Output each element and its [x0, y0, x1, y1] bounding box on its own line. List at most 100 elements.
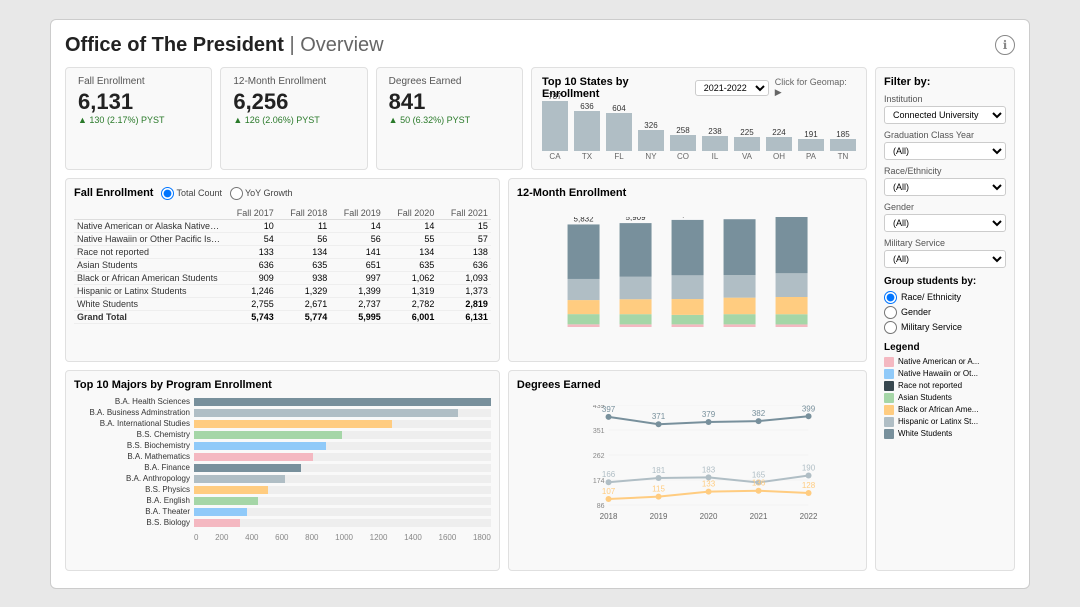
svg-text:2019: 2019: [650, 512, 668, 521]
bottom-row: Top 10 Majors by Program Enrollment B.A.…: [65, 370, 867, 570]
military-radio-option[interactable]: Military Service: [884, 321, 1006, 334]
svg-text:136: 136: [752, 479, 766, 488]
fall-enrollment-label: Fall Enrollment: [78, 76, 199, 87]
major-bar-fill: [194, 486, 268, 494]
institution-select[interactable]: Connected University: [884, 106, 1006, 124]
table-row: Native American or Alaska Native Student…: [74, 219, 491, 232]
svg-text:133: 133: [702, 480, 716, 489]
svg-text:86: 86: [597, 503, 605, 510]
state-bar: [542, 101, 568, 151]
svg-text:107: 107: [602, 487, 616, 496]
degrees-title: Degrees Earned: [517, 379, 858, 391]
info-icon[interactable]: ℹ: [995, 35, 1015, 55]
military-label: Military Service: [884, 238, 1006, 248]
col-2017: Fall 2017: [223, 207, 277, 220]
svg-text:379: 379: [702, 410, 716, 419]
svg-text:2022: 2022: [800, 512, 818, 521]
table-row: Race not reported133134141134138: [74, 245, 491, 258]
fall-enrollment-change: 130 (2.17%) PYST: [78, 115, 199, 125]
legend-label: Asian Students: [898, 393, 952, 402]
major-label: B.A. Anthropology: [74, 474, 194, 483]
major-bar-row: B.S. Physics: [74, 485, 491, 494]
major-label: B.S. Chemistry: [74, 430, 194, 439]
state-item: 225 VA: [734, 128, 760, 161]
month12-enrollment-change: 126 (2.06%) PYST: [233, 115, 354, 125]
legend-items: Native American or A... Native Hawaiin o…: [884, 357, 1006, 439]
major-label: B.A. Business Adminstration: [74, 408, 194, 417]
major-bar-fill: [194, 409, 458, 417]
major-bar-bg: [194, 497, 491, 505]
state-bar: [830, 139, 856, 151]
gender-select[interactable]: (All): [884, 214, 1006, 232]
middle-row: Fall Enrollment Total Count YoY Growth F…: [65, 178, 867, 363]
svg-text:2021: 2021: [750, 512, 768, 521]
major-bar-fill: [194, 420, 392, 428]
institution-filter: Institution Connected University: [884, 94, 1006, 124]
major-bar-row: B.A. Mathematics: [74, 452, 491, 461]
race-eth-select[interactable]: (All): [884, 178, 1006, 196]
majors-title: Top 10 Majors by Program Enrollment: [74, 379, 491, 391]
major-label: B.A. Theater: [74, 507, 194, 516]
major-bar-fill: [194, 519, 240, 527]
svg-text:166: 166: [602, 471, 616, 480]
col-2020: Fall 2020: [384, 207, 438, 220]
top-states-dropdown[interactable]: 2021-2022: [695, 80, 769, 96]
major-bar-row: B.A. Health Sciences: [74, 397, 491, 406]
month12-svg: 5,8322017-20185,9092018-20196,0902019-20…: [525, 217, 850, 327]
grad-class-select[interactable]: (All): [884, 142, 1006, 160]
race-eth-radio-option[interactable]: Race/ Ethnicity: [884, 291, 1006, 304]
major-bar-row: B.A. Business Adminstration: [74, 408, 491, 417]
major-label: B.A. Health Sciences: [74, 397, 194, 406]
degrees-svg: 8617426235143939737137938239916618118316…: [547, 405, 850, 525]
svg-text:190: 190: [802, 464, 816, 473]
yoy-growth-radio[interactable]: [230, 187, 243, 200]
fall-enrollment-value: 6,131: [78, 89, 199, 115]
legend-label: Native Hawaiin or Ot...: [898, 369, 978, 378]
group-by-title: Group students by:: [884, 276, 1006, 287]
group-by-section: Group students by: Race/ Ethnicity Gende…: [884, 276, 1006, 334]
state-item: 787 CA: [542, 92, 568, 161]
military-select[interactable]: (All): [884, 250, 1006, 268]
state-item: 604 FL: [606, 104, 632, 161]
major-bar-bg: [194, 420, 491, 428]
military-filter: Military Service (All): [884, 238, 1006, 268]
major-bar-bg: [194, 431, 491, 439]
major-bar-row: B.A. English: [74, 496, 491, 505]
degrees-earned-label: Degrees Earned: [389, 76, 510, 87]
major-bar-fill: [194, 464, 301, 472]
major-bar-bg: [194, 486, 491, 494]
svg-text:5,832: 5,832: [573, 217, 594, 223]
major-label: B.A. English: [74, 496, 194, 505]
legend-label: Hispanic or Latinx St...: [898, 417, 978, 426]
legend-label: Black or African Ame...: [898, 405, 978, 414]
major-bar-fill: [194, 475, 285, 483]
major-bar-fill: [194, 508, 247, 516]
major-bar-bg: [194, 519, 491, 527]
svg-text:183: 183: [702, 466, 716, 475]
legend-color: [884, 357, 894, 367]
state-bar: [734, 137, 760, 151]
degrees-earned-change: 50 (6.32%) PYST: [389, 115, 510, 125]
legend-color: [884, 381, 894, 391]
state-bar: [638, 130, 664, 151]
total-count-radio[interactable]: [161, 187, 174, 200]
legend-label: Race not reported: [898, 381, 962, 390]
legend-color: [884, 393, 894, 403]
state-item: 185 TN: [830, 130, 856, 161]
geomap-link[interactable]: Click for Geomap: ▶: [775, 77, 856, 98]
table-row: White Students2,7552,6712,7372,7822,819: [74, 297, 491, 310]
state-bar: [574, 111, 600, 151]
degrees-earned-value: 841: [389, 89, 510, 115]
legend-item: Hispanic or Latinx St...: [884, 417, 1006, 427]
legend-item: Native Hawaiin or Ot...: [884, 369, 1006, 379]
major-label: B.A. Mathematics: [74, 452, 194, 461]
gender-radio-option[interactable]: Gender: [884, 306, 1006, 319]
left-panel: Fall Enrollment 6,131 130 (2.17%) PYST 1…: [65, 67, 867, 571]
state-bar: [670, 135, 696, 151]
grad-class-label: Graduation Class Year: [884, 130, 1006, 140]
majors-panel: Top 10 Majors by Program Enrollment B.A.…: [65, 370, 500, 570]
legend-label: Native American or A...: [898, 357, 979, 366]
state-item: 258 CO: [670, 126, 696, 161]
month12-enrollment-card: 12-Month Enrollment 6,256 126 (2.06%) PY…: [220, 67, 367, 170]
filter-title: Filter by:: [884, 76, 1006, 88]
